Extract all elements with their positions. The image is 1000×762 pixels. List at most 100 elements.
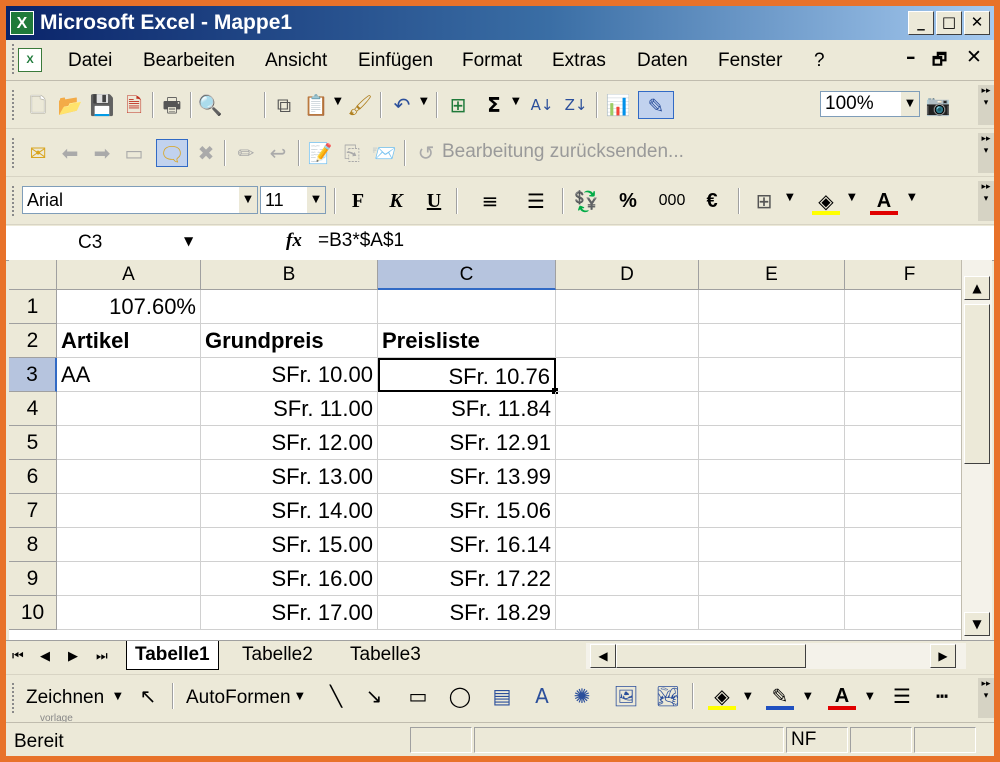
toolbar-options-button[interactable]: ▸▸ ▾ [978, 85, 994, 125]
paste-dropdown-icon[interactable]: ▼ [334, 96, 342, 107]
row-header-7[interactable]: 7 [9, 494, 57, 528]
reply-with-changes-icon[interactable]: ↺ [412, 139, 440, 167]
menu-format[interactable]: Format [462, 50, 522, 72]
cell-f7[interactable] [845, 494, 961, 528]
zoom-select[interactable]: 100% ▼ [820, 91, 920, 117]
cell-d10[interactable] [556, 596, 699, 630]
update-file-icon[interactable]: ⎘ [338, 139, 366, 167]
cell-b7[interactable]: SFr. 14.00 [201, 494, 378, 528]
draw-menu-button[interactable]: Zeichnen [26, 687, 104, 709]
toolbar-grip[interactable] [12, 186, 18, 216]
delete-comment-icon[interactable]: ✖ [192, 139, 220, 167]
align-center-icon[interactable]: ☰ [522, 187, 550, 215]
row-header-10[interactable]: 10 [9, 596, 57, 630]
cell-c6[interactable]: SFr. 13.99 [378, 460, 556, 494]
euro-convert-icon[interactable]: ⊞ [444, 91, 472, 119]
font-size-select[interactable]: 11 ▼ [260, 186, 326, 214]
zoom-dropdown-icon[interactable]: ▼ [901, 92, 919, 116]
doc-minimize-button[interactable]: – [906, 46, 916, 68]
cell-a5[interactable] [57, 426, 201, 460]
paste-icon[interactable]: 📋 [302, 91, 330, 119]
cell-e10[interactable] [699, 596, 845, 630]
euro-button[interactable]: € [698, 187, 726, 215]
borders-dropdown-icon[interactable]: ▼ [786, 192, 794, 203]
toolbar-options-button[interactable]: ▸▸ ▾ [978, 181, 994, 221]
textbox-tool-icon[interactable]: ▤ [488, 682, 516, 710]
column-header-f[interactable]: F [845, 260, 961, 290]
thousands-separator-button[interactable]: 000 [652, 187, 692, 215]
previous-comment-icon[interactable]: ⬅ [56, 139, 84, 167]
cell-f10[interactable] [845, 596, 961, 630]
font-name-select[interactable]: Arial ▼ [22, 186, 258, 214]
column-header-a[interactable]: A [57, 260, 201, 290]
menu-fenster[interactable]: Fenster [718, 50, 782, 72]
undo-icon[interactable]: ↶ [388, 91, 416, 119]
cell-a1[interactable]: 107.60% [57, 290, 201, 324]
cell-e1[interactable] [699, 290, 845, 324]
cell-b8[interactable]: SFr. 15.00 [201, 528, 378, 562]
cell-a2[interactable]: Artikel [57, 324, 201, 358]
open-folder-icon[interactable]: 📂 [56, 91, 84, 119]
draw-menu-dropdown-icon[interactable]: ▼ [114, 691, 122, 702]
cell-c5[interactable]: SFr. 12.91 [378, 426, 556, 460]
font-dropdown-icon[interactable]: ▼ [239, 187, 257, 213]
scroll-up-button[interactable]: ▲ [964, 276, 990, 300]
line-tool-icon[interactable]: ╲ [322, 682, 350, 710]
toolbar-grip[interactable] [12, 683, 18, 713]
row-header-9[interactable]: 9 [9, 562, 57, 596]
insert-function-icon[interactable]: fx [286, 230, 302, 252]
menu-daten[interactable]: Daten [637, 50, 688, 72]
toolbar-grip[interactable] [12, 138, 18, 168]
workbook-icon[interactable]: X [18, 48, 42, 72]
camera-icon[interactable]: 📷 [924, 91, 952, 119]
last-sheet-icon[interactable]: ⏭ [96, 649, 108, 664]
send-back-label[interactable]: Bearbeitung zurücksenden... [442, 141, 684, 163]
menu-extras[interactable]: Extras [552, 50, 606, 72]
oval-tool-icon[interactable]: ◯ [446, 682, 474, 710]
row-header-2[interactable]: 2 [9, 324, 57, 358]
permission-icon[interactable]: 🗎 [120, 91, 148, 119]
new-document-icon[interactable]: 🗋 [24, 91, 52, 119]
align-left-icon[interactable]: ≡ [476, 187, 504, 215]
insert-picture-icon[interactable]: 🏞 [654, 682, 682, 710]
close-button[interactable]: ✕ [964, 11, 990, 35]
cell-a6[interactable] [57, 460, 201, 494]
cell-e9[interactable] [699, 562, 845, 596]
menu-einfuegen[interactable]: Einfügen [358, 50, 433, 72]
toolbar-options-button[interactable]: ▸▸ ▾ [978, 133, 994, 173]
menu-datei[interactable]: Datei [68, 50, 112, 72]
excel-app-icon[interactable]: X [10, 11, 34, 35]
clipart-icon[interactable]: 🖼 [612, 682, 640, 710]
row-header-1[interactable]: 1 [9, 290, 57, 324]
rectangle-tool-icon[interactable]: ▭ [404, 682, 432, 710]
autoshapes-button[interactable]: AutoFormen [186, 687, 291, 709]
fill-color-dropdown-icon[interactable]: ▼ [848, 192, 856, 203]
name-box-dropdown-icon[interactable]: ▼ [184, 234, 193, 248]
menu-help[interactable]: ? [814, 50, 825, 72]
cell-c2[interactable]: Preisliste [378, 324, 556, 358]
diagram-icon[interactable]: ✺ [568, 682, 596, 710]
title-bar[interactable]: X Microsoft Excel - Mappe1 _ □ ✕ [6, 6, 994, 40]
cell-f6[interactable] [845, 460, 961, 494]
cell-d7[interactable] [556, 494, 699, 528]
underline-button[interactable]: U [420, 187, 448, 215]
sort-descending-icon[interactable]: Z↓ [562, 91, 590, 119]
line-color-icon[interactable]: ✎ [766, 682, 794, 710]
first-sheet-icon[interactable]: ⏮ [12, 649, 24, 664]
cell-b3[interactable]: SFr. 10.00 [201, 358, 378, 392]
show-all-comments-icon[interactable]: 🗨 [156, 139, 188, 167]
copy-icon[interactable]: ⧉ [270, 91, 298, 119]
cell-b6[interactable]: SFr. 13.00 [201, 460, 378, 494]
cell-d6[interactable] [556, 460, 699, 494]
cell-d2[interactable] [556, 324, 699, 358]
chart-wizard-icon[interactable]: 📊 [604, 91, 632, 119]
row-header-8[interactable]: 8 [9, 528, 57, 562]
toolbar-options-button[interactable]: ▸▸ ▾ [978, 678, 994, 718]
next-sheet-icon[interactable]: ▶ [68, 649, 78, 664]
column-header-d[interactable]: D [556, 260, 699, 290]
cell-a9[interactable] [57, 562, 201, 596]
previous-sheet-icon[interactable]: ◀ [40, 649, 50, 664]
vertical-scroll-thumb[interactable] [964, 304, 990, 464]
draw-fill-dropdown-icon[interactable]: ▼ [744, 691, 752, 702]
autosum-dropdown-icon[interactable]: ▼ [512, 96, 520, 107]
